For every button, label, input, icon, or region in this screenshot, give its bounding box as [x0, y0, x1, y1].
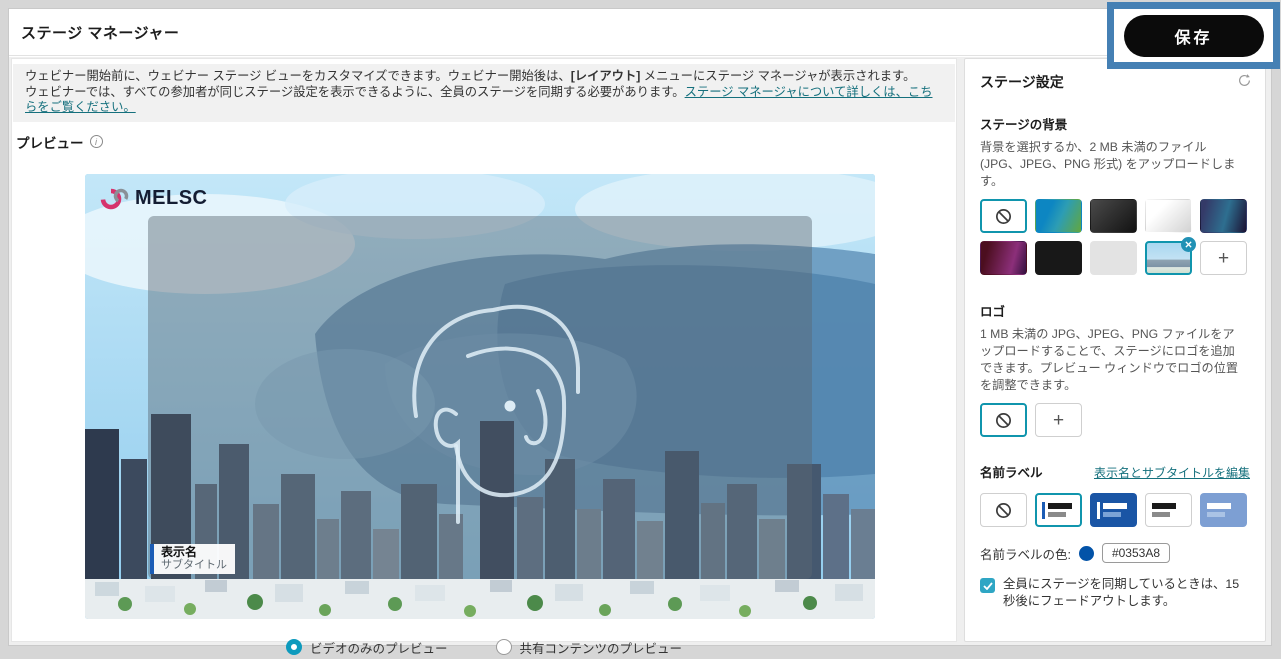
- save-button[interactable]: 保存: [1124, 15, 1264, 57]
- add-logo-button[interactable]: +: [1035, 403, 1082, 437]
- remove-background-icon[interactable]: [1181, 237, 1196, 252]
- stage-manager-window: ステージ マネージャー ウェビナー開始前に、ウェビナー ステージ ビューをカスタ…: [8, 8, 1272, 646]
- preview-panel: ウェビナー開始前に、ウェビナー ステージ ビューをカスタマイズできます。ウェビナ…: [11, 58, 957, 642]
- checkbox-checked-icon[interactable]: [980, 578, 995, 593]
- radio-unselected-icon[interactable]: [496, 639, 512, 655]
- radio-video-only[interactable]: ビデオのみのプレビュー: [286, 638, 448, 657]
- bg-thumb-white-wave[interactable]: [1145, 199, 1192, 233]
- bg-thumb-none[interactable]: [980, 199, 1027, 233]
- layout-menu-ref: [レイアウト]: [571, 69, 641, 83]
- preview-heading: プレビュー: [16, 132, 956, 152]
- content-area: ウェビナー開始前に、ウェビナー ステージ ビューをカスタマイズできます。ウェビナ…: [9, 57, 1271, 645]
- face-silhouette-icon: [398, 296, 590, 526]
- radio-shared-content[interactable]: 共有コンテンツのプレビュー: [496, 638, 683, 657]
- name-label-color-row: 名前ラベルの色: #0353A8: [980, 543, 1250, 563]
- background-description: 背景を選択するか、2 MB 未満のファイル (JPG、JPEG、PNG 形式) …: [980, 139, 1248, 190]
- preview-mode-radios: ビデオのみのプレビュー 共有コンテンツのプレビュー: [12, 638, 956, 657]
- name-label-styles: [980, 493, 1250, 527]
- add-background-button[interactable]: +: [1200, 241, 1247, 275]
- bg-thumb-city-photo-selected[interactable]: [1145, 241, 1192, 275]
- sync-fadeout-text: 全員にステージを同期しているときは、15 秒後にフェードアウトします。: [1003, 576, 1252, 610]
- settings-title: ステージ設定: [980, 72, 1250, 92]
- refresh-icon[interactable]: [1237, 73, 1252, 88]
- bg-thumb-teal-green[interactable]: [1035, 199, 1082, 233]
- logo-none[interactable]: [980, 403, 1027, 437]
- label-style-bar-light-selected[interactable]: [1035, 493, 1082, 527]
- no-logo-icon: [994, 411, 1013, 430]
- stage-preview[interactable]: MELSC 表示名 サブタイトル: [85, 174, 875, 619]
- name-label-chip[interactable]: 表示名 サブタイトル: [150, 544, 235, 574]
- logo-description: 1 MB 未満の JPG、JPEG、PNG ファイルをアップロードすることで、ス…: [980, 326, 1246, 394]
- label-style-none[interactable]: [980, 493, 1027, 527]
- label-style-plain-blue[interactable]: [1200, 493, 1247, 527]
- background-heading: ステージの背景: [980, 114, 1250, 133]
- edit-display-name-link[interactable]: 表示名とサブタイトルを編集: [1094, 464, 1250, 481]
- page-title: ステージ マネージャー: [21, 22, 179, 43]
- info-banner: ウェビナー開始前に、ウェビナー ステージ ビューをカスタマイズできます。ウェビナ…: [13, 64, 955, 122]
- logo-options: +: [980, 403, 1250, 437]
- label-style-bar-blue[interactable]: [1090, 493, 1137, 527]
- bg-thumb-navy-purple[interactable]: [1200, 199, 1247, 233]
- color-label: 名前ラベルの色:: [980, 544, 1071, 563]
- banner-line-1: ウェビナー開始前に、ウェビナー ステージ ビューをカスタマイズできます。ウェビナ…: [25, 69, 943, 85]
- save-button-highlight: 保存: [1107, 2, 1280, 69]
- no-label-icon: [994, 501, 1013, 520]
- stage-settings-panel: ステージ設定 ステージの背景 背景を選択するか、2 MB 未満のファイル (JP…: [964, 58, 1266, 642]
- plus-icon: +: [1053, 411, 1064, 430]
- header-bar: ステージ マネージャー: [9, 9, 1271, 56]
- bg-thumb-light-gray[interactable]: [1090, 241, 1137, 275]
- no-background-icon: [994, 207, 1013, 226]
- background-thumbnails: +: [980, 199, 1250, 275]
- plus-icon: +: [1218, 249, 1229, 268]
- name-label-heading: 名前ラベル: [980, 462, 1043, 481]
- display-name-text: 表示名: [161, 546, 227, 559]
- color-swatch[interactable]: [1079, 546, 1094, 561]
- bg-thumb-dark-wave[interactable]: [1090, 199, 1137, 233]
- bg-thumb-black[interactable]: [1035, 241, 1082, 275]
- name-label-header-row: 名前ラベル 表示名とサブタイトルを編集: [980, 462, 1250, 481]
- melsc-heart-icon: [100, 185, 130, 213]
- logo-heading: ロゴ: [980, 301, 1250, 320]
- info-icon[interactable]: [90, 135, 103, 148]
- bg-thumb-maroon-purple[interactable]: [980, 241, 1027, 275]
- stage-logo: MELSC: [100, 185, 208, 213]
- banner-line-2: ウェビナーでは、すべての参加者が同じステージ設定を表示できるように、全員のステー…: [25, 85, 943, 116]
- radio-selected-icon[interactable]: [286, 639, 302, 655]
- sync-fadeout-option: 全員にステージを同期しているときは、15 秒後にフェードアウトします。: [980, 576, 1252, 610]
- label-style-plain-light[interactable]: [1145, 493, 1192, 527]
- stage-logo-text: MELSC: [135, 187, 208, 210]
- color-hex-input[interactable]: #0353A8: [1102, 543, 1170, 563]
- subtitle-text: サブタイトル: [161, 559, 227, 571]
